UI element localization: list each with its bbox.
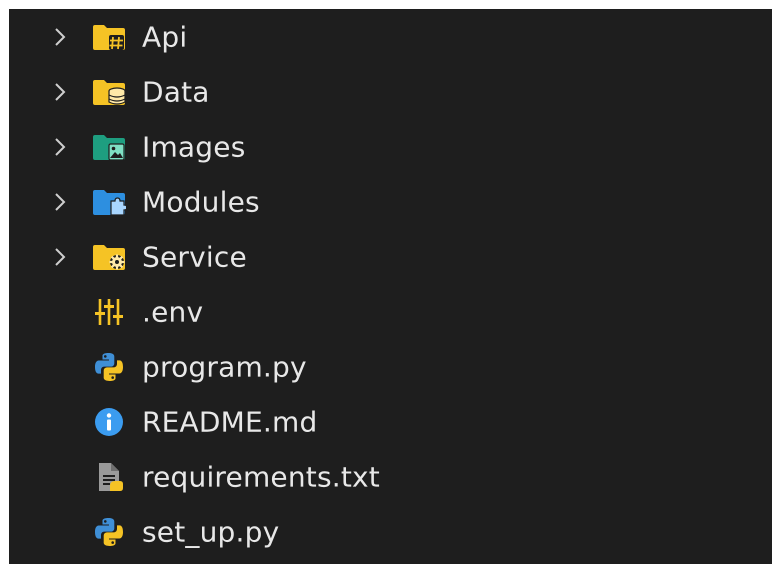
file-label: requirements.txt (142, 460, 380, 493)
python-icon (91, 349, 127, 385)
folder-label: Service (142, 240, 247, 273)
folder-service-icon (91, 239, 127, 275)
folder-data[interactable]: Data (9, 64, 772, 119)
file-readme-md[interactable]: README.md (9, 394, 772, 449)
chevron-right-icon[interactable] (49, 191, 71, 213)
env-settings-icon (91, 294, 127, 330)
python-icon (91, 514, 127, 550)
folder-label: Data (142, 75, 210, 108)
file-program-py[interactable]: program.py (9, 339, 772, 394)
file-label: .env (142, 295, 204, 328)
file-label: program.py (142, 350, 307, 383)
folder-api[interactable]: Api (9, 9, 772, 64)
file-label: set_up.py (142, 515, 280, 548)
file-requirements-txt[interactable]: requirements.txt (9, 449, 772, 504)
folder-modules-icon (91, 184, 127, 220)
file-set-up-py[interactable]: set_up.py (9, 504, 772, 559)
folder-label: Api (142, 20, 188, 53)
chevron-right-icon[interactable] (49, 81, 71, 103)
folder-images-icon (91, 129, 127, 165)
folder-service[interactable]: Service (9, 229, 772, 284)
text-file-icon (91, 459, 127, 495)
chevron-right-icon[interactable] (49, 246, 71, 268)
file-explorer-panel: Api Data Images Modules Service .env pro… (9, 9, 772, 564)
chevron-right-icon[interactable] (49, 136, 71, 158)
info-icon (91, 404, 127, 440)
file-env[interactable]: .env (9, 284, 772, 339)
folder-label: Modules (142, 185, 260, 218)
folder-label: Images (142, 130, 246, 163)
folder-api-icon (91, 19, 127, 55)
chevron-right-icon[interactable] (49, 26, 71, 48)
file-label: README.md (142, 405, 318, 438)
folder-modules[interactable]: Modules (9, 174, 772, 229)
folder-images[interactable]: Images (9, 119, 772, 174)
folder-database-icon (91, 74, 127, 110)
